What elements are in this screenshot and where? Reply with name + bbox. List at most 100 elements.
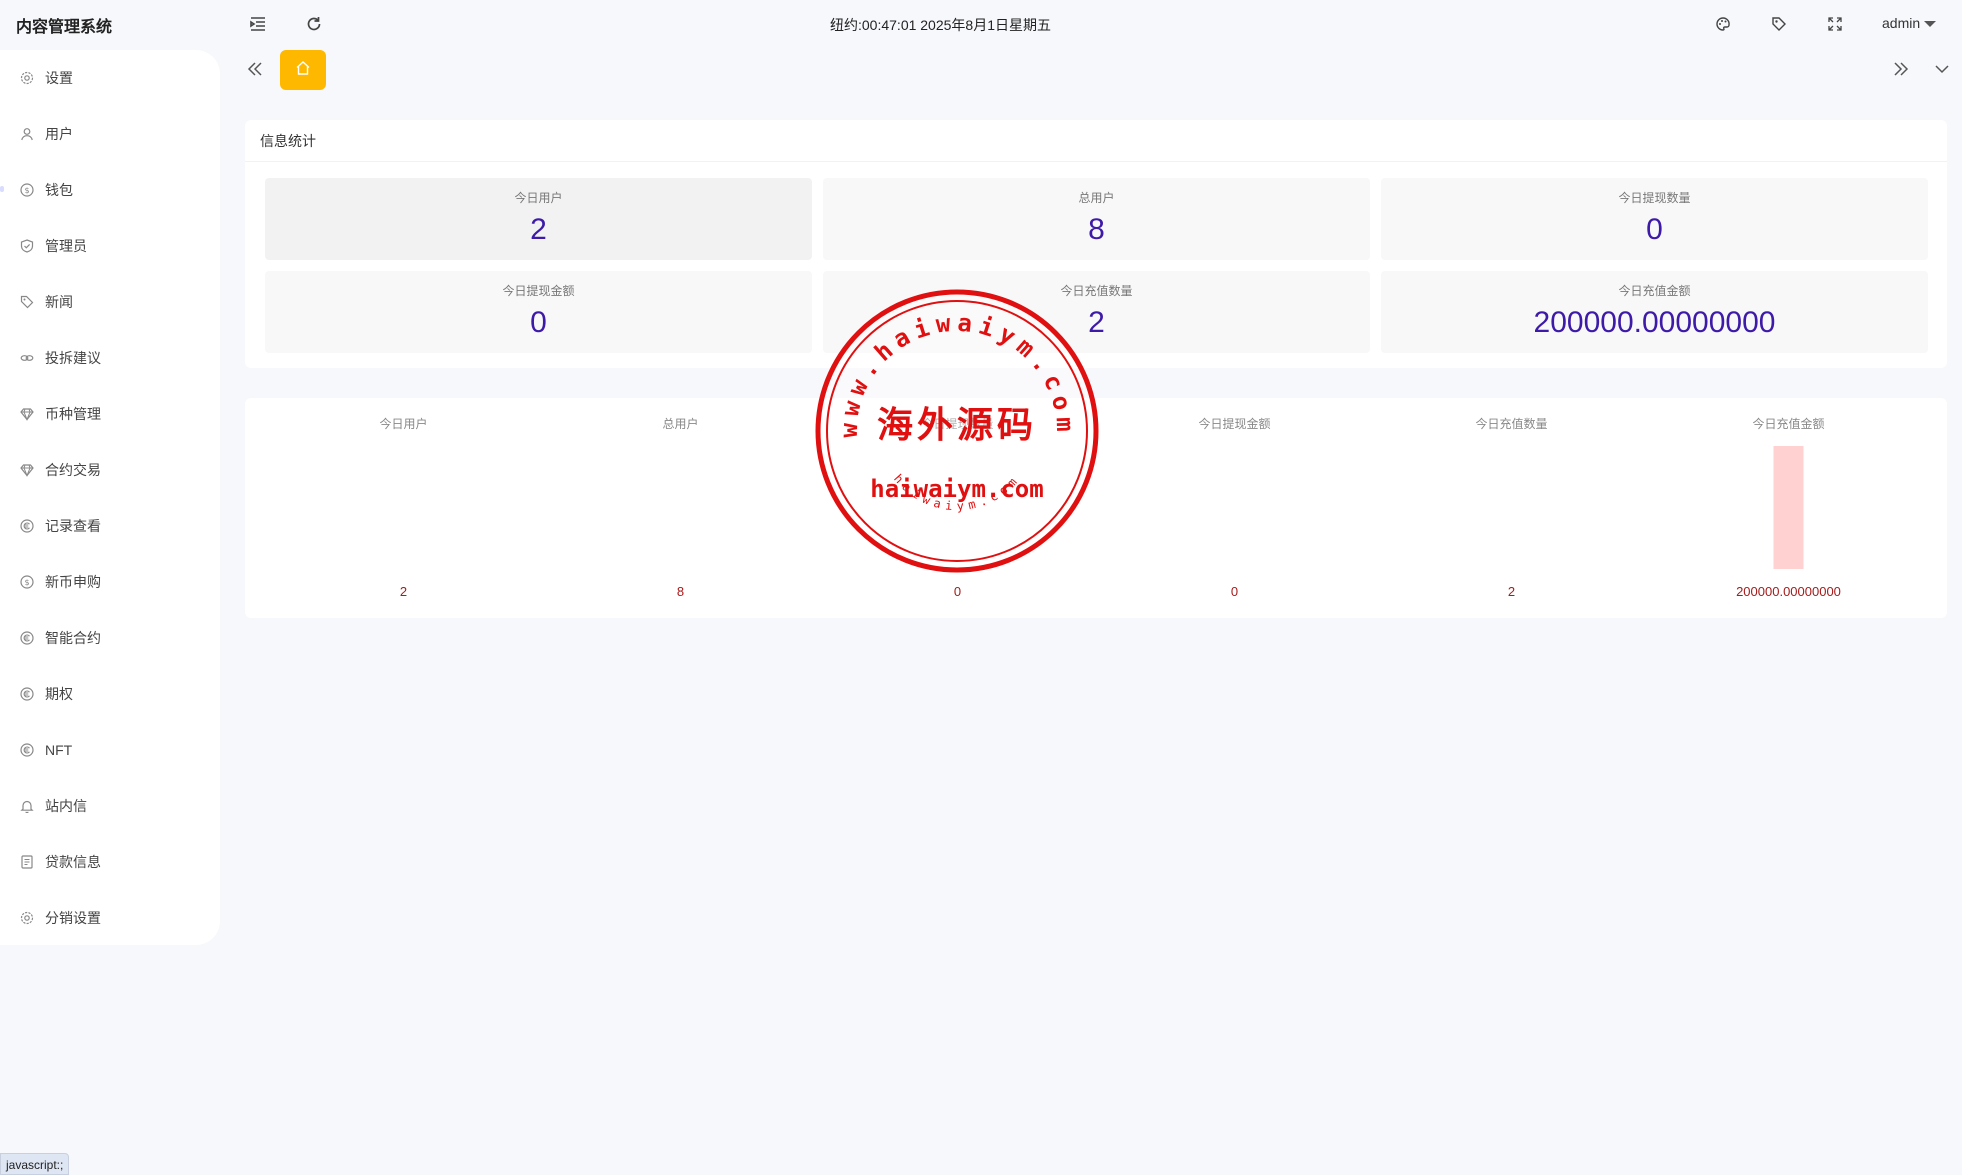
menu-fold-icon[interactable] xyxy=(248,14,268,34)
caret-down-icon xyxy=(1924,20,1937,27)
diamond-icon xyxy=(20,463,34,477)
stat-value: 200000.00000000 xyxy=(1533,306,1776,339)
currency-icon xyxy=(20,519,34,533)
bar-chart: 今日用户 2 总用户 8 今日提现数量 0 今日提现金额 0 今日充值数量 2 今日充值金额 2000… xyxy=(379,416,1841,599)
stat-label: 今日提现数量 xyxy=(1618,191,1691,205)
stat-label: 今日提现金额 xyxy=(502,284,575,298)
dollar-icon: $ xyxy=(20,183,34,197)
sidebar-item-nft[interactable]: NFT xyxy=(0,722,220,778)
active-indicator xyxy=(0,186,4,192)
chart-category-label: 今日充值数量 xyxy=(1475,416,1547,431)
sidebar-item-news[interactable]: 新闻 xyxy=(0,274,220,330)
currency-icon xyxy=(20,631,34,645)
currency-icon xyxy=(20,687,34,701)
sidebar-item-label: 新币申购 xyxy=(45,574,101,590)
refresh-icon[interactable] xyxy=(304,14,324,34)
chart-value-label: 2 xyxy=(1508,584,1515,599)
link-icon xyxy=(20,351,34,365)
sidebar-item-label: 期权 xyxy=(45,686,73,702)
chart-bar[interactable] xyxy=(1773,446,1804,569)
username: admin xyxy=(1882,15,1921,31)
sidebar-item-label: 币种管理 xyxy=(45,406,101,422)
sidebar-item-label: 贷款信息 xyxy=(45,854,101,870)
gear-icon xyxy=(20,911,34,925)
home-tab[interactable] xyxy=(280,50,326,90)
stat-value: 2 xyxy=(530,213,547,246)
fullscreen-icon[interactable] xyxy=(1825,14,1845,34)
chart-value-label: 2 xyxy=(400,584,407,599)
stat-total-users[interactable]: 总用户 8 xyxy=(823,178,1370,260)
dollar-icon: $ xyxy=(20,575,34,589)
stats-panel: 信息统计 今日用户 2 总用户 8 今日提现数量 0 今日提现金额 0 今日充值… xyxy=(245,120,1947,368)
sidebar-item-label: 分销设置 xyxy=(45,910,101,926)
chart-value-label: 0 xyxy=(1231,584,1238,599)
file-icon xyxy=(20,855,34,869)
diamond-icon xyxy=(20,407,34,421)
stat-value: 8 xyxy=(1088,213,1105,246)
double-chevron-left-icon[interactable] xyxy=(244,58,266,80)
svg-text:$: $ xyxy=(24,186,29,195)
sidebar: 设置 用户 $ 钱包 管理员 新闻 投拆建议 币种管理 合约交易 记录查看 $ … xyxy=(0,50,220,945)
sidebar-item-label: 管理员 xyxy=(45,238,87,254)
sidebar-item-label: 钱包 xyxy=(45,182,73,198)
status-bar-link: javascript:; xyxy=(0,1153,70,1175)
stat-withdraw-amount[interactable]: 今日提现金额 0 xyxy=(265,271,812,353)
chart-category-label: 今日用户 xyxy=(379,416,427,431)
stat-label: 今日充值金额 xyxy=(1618,284,1691,298)
sidebar-item-label: 记录查看 xyxy=(45,518,101,534)
chart-category-label: 总用户 xyxy=(662,416,698,431)
user-menu[interactable]: admin xyxy=(1882,15,1937,31)
chart-value-label: 8 xyxy=(677,584,684,599)
sidebar-item-distribution[interactable]: 分销设置 xyxy=(0,890,220,946)
stat-value: 0 xyxy=(1646,213,1663,246)
sidebar-item-settings[interactable]: 设置 xyxy=(0,50,220,106)
bell-icon xyxy=(20,799,34,813)
sidebar-item-label: 新闻 xyxy=(45,294,73,310)
sidebar-item-label: 设置 xyxy=(45,70,73,86)
sidebar-item-label: 合约交易 xyxy=(45,462,101,478)
user-icon xyxy=(20,127,34,141)
stat-recharge-amount[interactable]: 今日充值金额 200000.00000000 xyxy=(1381,271,1928,353)
currency-icon xyxy=(20,743,34,757)
chevron-down-icon[interactable] xyxy=(1931,58,1953,80)
sidebar-item-loans[interactable]: 贷款信息 xyxy=(0,834,220,890)
sidebar-item-label: 用户 xyxy=(45,126,73,142)
sidebar-item-new-coin[interactable]: $ 新币申购 xyxy=(0,554,220,610)
stat-label: 今日充值数量 xyxy=(1060,284,1133,298)
home-icon xyxy=(295,60,311,81)
tag-icon[interactable] xyxy=(1769,14,1789,34)
double-chevron-right-icon[interactable] xyxy=(1890,58,1912,80)
sidebar-item-label: 投拆建议 xyxy=(45,350,101,366)
chart-category-label: 今日提现数量 xyxy=(921,416,993,431)
sidebar-item-messages[interactable]: 站内信 xyxy=(0,778,220,834)
sidebar-item-records[interactable]: 记录查看 xyxy=(0,498,220,554)
chart-value-label: 0 xyxy=(954,584,961,599)
gear-icon xyxy=(20,71,34,85)
stat-label: 总用户 xyxy=(1078,191,1115,205)
theme-palette-icon[interactable] xyxy=(1713,14,1733,34)
sidebar-item-wallet[interactable]: $ 钱包 xyxy=(0,162,220,218)
datetime-display: 纽约:00:47:01 2025年8月1日星期五 xyxy=(830,17,1051,33)
chart-category-label: 今日提现金额 xyxy=(1198,416,1270,431)
stat-value: 0 xyxy=(530,306,547,339)
stat-today-users[interactable]: 今日用户 2 xyxy=(265,178,812,260)
sidebar-item-options[interactable]: 期权 xyxy=(0,666,220,722)
stat-label: 今日用户 xyxy=(514,191,563,205)
stat-recharge-count[interactable]: 今日充值数量 2 xyxy=(823,271,1370,353)
sidebar-item-label: NFT xyxy=(45,742,73,758)
stats-title: 信息统计 xyxy=(245,120,1947,162)
sidebar-item-admins[interactable]: 管理员 xyxy=(0,218,220,274)
chart-value-label: 200000.00000000 xyxy=(1736,584,1841,599)
stats-chart: 今日用户 2 总用户 8 今日提现数量 0 今日提现金额 0 今日充值数量 2 今日充值金额 2000… xyxy=(245,398,1947,618)
shield-icon xyxy=(20,239,34,253)
sidebar-item-currency[interactable]: 币种管理 xyxy=(0,386,220,442)
svg-text:$: $ xyxy=(24,578,29,587)
chart-category-label: 今日充值金额 xyxy=(1752,416,1824,431)
stat-withdraw-count[interactable]: 今日提现数量 0 xyxy=(1381,178,1928,260)
sidebar-item-contract-trade[interactable]: 合约交易 xyxy=(0,442,220,498)
sidebar-item-smart-contract[interactable]: 智能合约 xyxy=(0,610,220,666)
sidebar-item-users[interactable]: 用户 xyxy=(0,106,220,162)
sidebar-item-label: 智能合约 xyxy=(45,630,101,646)
sidebar-item-feedback[interactable]: 投拆建议 xyxy=(0,330,220,386)
tag-icon xyxy=(20,295,34,309)
